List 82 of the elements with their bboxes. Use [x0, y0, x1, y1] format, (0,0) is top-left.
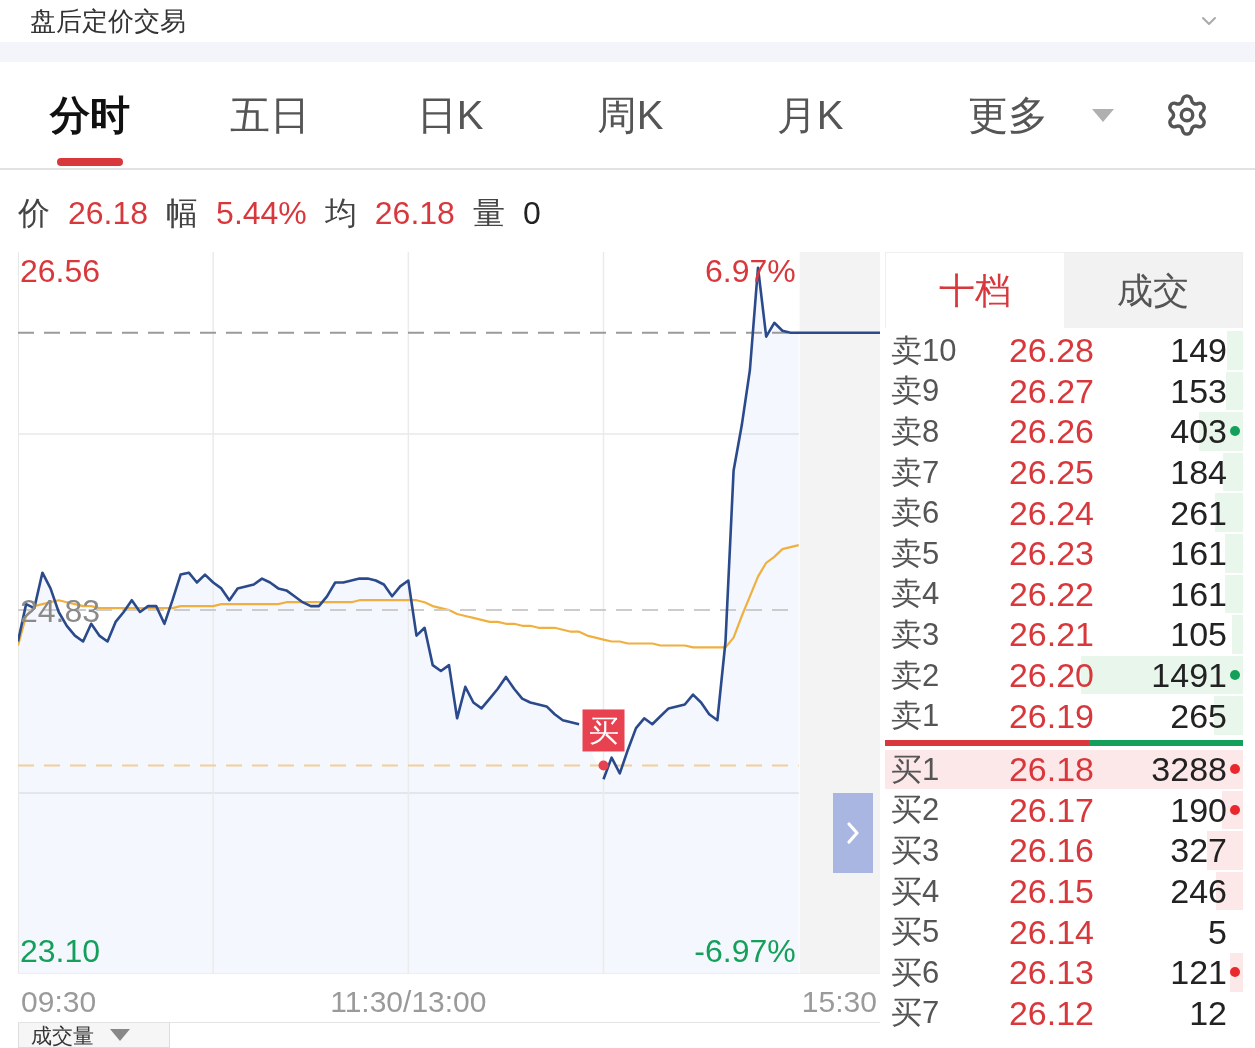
- quote-value: 0: [522, 197, 541, 229]
- ask-price: 26.27: [1008, 373, 1094, 408]
- bid-level-label: 买5: [891, 916, 940, 948]
- ask-volume: 1491: [1151, 658, 1227, 693]
- ask-price: 26.22: [1008, 576, 1094, 611]
- quote-label: 价: [18, 197, 50, 229]
- ask-price: 26.20: [1008, 658, 1094, 693]
- bid-volume: 190: [1170, 792, 1227, 827]
- quote-value: 5.44%: [216, 197, 307, 229]
- ask-price: 26.25: [1008, 455, 1094, 490]
- bid-price: 26.12: [1008, 995, 1094, 1030]
- ask-volume: 161: [1170, 576, 1227, 611]
- quote-value: 26.18: [374, 197, 455, 229]
- bid-price: 26.16: [1008, 833, 1094, 868]
- chevron-right-icon: [846, 821, 860, 845]
- bid-level-label: 买3: [891, 834, 940, 866]
- bid-level-label: 买7: [891, 997, 940, 1029]
- quote-label: 均: [324, 197, 357, 229]
- ask-price: 26.19: [1008, 698, 1094, 733]
- time-axis-label: 09:30: [21, 985, 97, 1018]
- ask-price: 26.21: [1008, 617, 1094, 652]
- ask-volume: 403: [1170, 414, 1227, 449]
- ask-price: 26.28: [1008, 333, 1094, 368]
- ask-price: 26.24: [1008, 495, 1094, 530]
- bid-level-label: 买4: [891, 875, 940, 907]
- bid-price: 26.14: [1008, 914, 1094, 949]
- percent-change-label: 6.97%: [704, 252, 796, 289]
- bid-price: 26.17: [1008, 792, 1094, 827]
- bid-price: 26.18: [1008, 752, 1094, 787]
- ask-price: 26.23: [1008, 536, 1094, 571]
- indicator-dropdown[interactable]: 成交量: [18, 1023, 170, 1048]
- ask-level-label: 卖4: [891, 578, 940, 610]
- ask-level-label: 卖6: [891, 497, 940, 529]
- bid-level-label: 买2: [891, 794, 940, 826]
- ask-level-label: 卖9: [891, 375, 940, 407]
- buy-point-icon: [598, 760, 609, 771]
- bid-volume: 121: [1170, 955, 1227, 990]
- bid-price: 26.15: [1008, 874, 1094, 908]
- annotation: 买: [588, 714, 619, 748]
- ask-volume: 153: [1170, 373, 1227, 408]
- ask-level-label: 卖2: [891, 659, 940, 691]
- ask-volume: 105: [1170, 617, 1227, 652]
- quote-label: 幅: [166, 197, 199, 229]
- bid-level-label: 买1: [891, 753, 940, 785]
- ask-level-label: 卖5: [891, 537, 940, 569]
- ask-volume: 184: [1170, 455, 1227, 490]
- y-axis-label: 26.56: [20, 252, 101, 289]
- period-tab[interactable]: 周K: [540, 62, 720, 168]
- time-axis-label: 11:30/13:00: [330, 985, 487, 1018]
- period-tab[interactable]: 更多: [900, 62, 1130, 168]
- ask-level-label: 卖10: [891, 334, 957, 366]
- caret-down-icon: [110, 1029, 130, 1041]
- ask-volume: 161: [1170, 536, 1227, 571]
- ask-level-label: 卖8: [891, 416, 940, 447]
- bid-level-label: 买6: [891, 956, 940, 988]
- ask-price: 26.26: [1008, 414, 1094, 449]
- quote-value: 26.18: [68, 197, 149, 229]
- period-tab[interactable]: 分时: [0, 62, 180, 168]
- ask-volume: 265: [1170, 698, 1227, 733]
- ask-level-label: 卖1: [891, 700, 940, 732]
- bid-volume: 5: [1208, 914, 1227, 949]
- bid-volume: 327: [1170, 833, 1227, 868]
- bid-price: 26.13: [1008, 955, 1094, 990]
- ask-level-label: 卖3: [891, 618, 940, 650]
- bid-volume: 246: [1170, 874, 1227, 908]
- ask-volume: 149: [1170, 333, 1227, 368]
- quote-label: 量: [472, 197, 505, 229]
- page-title: 盘后定价交易: [30, 8, 186, 34]
- bid-volume: 3288: [1151, 752, 1227, 787]
- order-book-tab[interactable]: 成交: [1064, 253, 1242, 328]
- ask-level-label: 卖7: [891, 456, 940, 488]
- period-tab[interactable]: 五日: [180, 62, 360, 168]
- period-tab[interactable]: 日K: [360, 62, 540, 168]
- y-axis-label: 23.10: [20, 933, 101, 970]
- percent-change-label: -6.97%: [694, 933, 796, 970]
- time-axis-label: 15:30: [801, 985, 877, 1018]
- side-panel-button[interactable]: [833, 793, 873, 873]
- period-tab[interactable]: 月K: [720, 62, 900, 168]
- caret-down-icon: [1092, 108, 1114, 122]
- bid-volume: 12: [1189, 995, 1227, 1030]
- ask-volume: 261: [1170, 495, 1227, 530]
- buy-tag: 买: [582, 709, 625, 752]
